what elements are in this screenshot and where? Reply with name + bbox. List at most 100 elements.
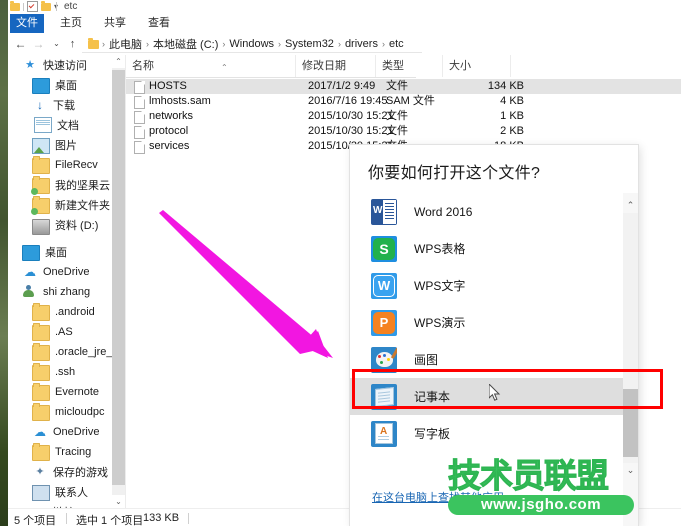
onedrive-icon: ☁ [22,265,38,279]
file-name: protocol [149,124,188,139]
column-header-date[interactable]: 修改日期 [296,55,376,77]
nav-item-6[interactable]: 我的坚果云 [8,175,126,195]
tab-share[interactable]: 共享 [100,14,130,33]
wordpad-icon: A [371,421,397,447]
forward-button[interactable]: → [32,37,45,51]
nav-item-9[interactable]: 桌面 [8,242,126,262]
breadcrumb[interactable]: › 此电脑 › 本地磁盘 (C:) › Windows › System32 ›… [84,36,407,52]
document-icon [34,117,52,133]
column-header-type[interactable]: 类型 [376,55,443,77]
nav-item-21[interactable]: 联系人 [8,482,126,502]
navigation-scrollbar[interactable]: ⌃ ⌄ [112,55,125,508]
nav-item-label: FileRecv [55,159,116,171]
quick-access-toolbar[interactable]: ▾ [10,1,58,12]
scroll-up-icon[interactable]: ⌃ [112,55,125,68]
desktop-icon [22,245,40,261]
app-option-6[interactable]: A写字板 [350,415,638,452]
app-option-3[interactable]: PWPS演示 [350,304,638,341]
nav-item-3[interactable]: 文档📌 [8,115,126,135]
scrollbar-track[interactable] [623,213,638,463]
column-header-size[interactable]: 大小 [443,55,511,77]
nav-item-8[interactable]: 资料 (D:) [8,215,126,235]
app-option-2[interactable]: WWPS文字 [350,267,638,304]
breadcrumb-item-5[interactable]: etc [386,38,407,50]
nav-item-label: 下载 [53,97,116,113]
save-icon[interactable] [27,1,38,12]
wps-writer-icon: W [371,273,397,299]
nav-item-20[interactable]: ✦ 保存的游戏 [8,462,126,482]
back-button[interactable]: ← [14,37,27,51]
table-row[interactable]: protocol2015/10/30 15:21文件2 KB [126,124,681,139]
breadcrumb-item-0[interactable]: 此电脑 [106,36,145,52]
nav-item-label: 保存的游戏 [53,464,116,480]
download-icon: ↓ [32,98,48,112]
nav-item-13[interactable]: .AS [8,322,126,342]
app-option-0[interactable]: WWord 2016 [350,193,638,230]
scroll-down-icon[interactable]: ⌄ [112,495,125,508]
table-row[interactable]: lmhosts.sam2016/7/16 19:45SAM 文件4 KB [126,94,681,109]
breadcrumb-item-2[interactable]: Windows [226,38,277,50]
nav-item-1[interactable]: 桌面📌 [8,75,126,95]
nav-item-label: 图片 [55,137,116,153]
table-row[interactable]: HOSTS2017/1/2 9:49文件134 KB [126,79,681,94]
tab-file[interactable]: 文件 [10,14,44,33]
watermark-text: 技术员联盟 [448,458,644,494]
nav-item-label: .oracle_jre_us [55,346,116,358]
folder-icon [32,445,50,461]
nav-item-19[interactable]: Tracing [8,442,126,462]
up-button[interactable]: ↑ [66,37,79,51]
nav-item-4[interactable]: 图片📌 [8,135,126,155]
title-bar: ▾ etc [8,0,681,14]
nav-item-label: Evernote [55,386,116,398]
scrollbar-thumb[interactable] [623,389,638,457]
address-bar-underline [82,52,422,53]
nav-item-10[interactable]: ☁OneDrive [8,262,126,282]
app-option-4[interactable]: 画图 [350,341,638,378]
scrollbar-thumb[interactable] [112,70,125,485]
file-name: networks [149,109,193,124]
folder-sync-icon [32,178,50,194]
status-item-count: 5 个项目 [14,512,56,526]
breadcrumb-item-4[interactable]: drivers [342,38,381,50]
folder-icon[interactable] [10,3,20,11]
folder-icon [32,405,50,421]
app-list[interactable]: WWord 2016SWPS表格WWPS文字PWPS演示画图记事本A写字板 [350,193,638,479]
scrollbar-track[interactable] [112,68,125,495]
nav-item-12[interactable]: .android [8,302,126,322]
status-divider [188,513,189,524]
file-icon [134,81,145,94]
title-divider [56,2,57,11]
nav-item-0[interactable]: ★快速访问 [8,55,126,75]
file-size: 4 KB [456,94,524,109]
paint-icon [371,347,397,373]
file-list-header: 名称 ⌃ 修改日期 类型 大小 [126,55,681,77]
nav-item-7[interactable]: 新建文件夹 [8,195,126,215]
saved-games-icon: ✦ [32,465,48,479]
tab-home[interactable]: 主页 [56,14,86,33]
breadcrumb-item-1[interactable]: 本地磁盘 (C:) [150,36,221,52]
folder-icon [32,325,50,341]
file-size: 134 KB [456,79,524,94]
recent-locations-button[interactable]: ⌄ [50,37,63,51]
wps-presentation-icon: P [371,310,397,336]
nav-item-17[interactable]: micloudpc [8,402,126,422]
nav-item-15[interactable]: .ssh [8,362,126,382]
app-option-1[interactable]: SWPS表格 [350,230,638,267]
tab-view[interactable]: 查看 [144,14,174,33]
navigation-pane[interactable]: ★快速访问桌面📌↓下载📌文档📌图片📌FileRecv我的坚果云新建文件夹资料 (… [8,55,126,508]
mouse-cursor [489,384,501,402]
column-header-name[interactable]: 名称 ⌃ [126,55,296,77]
nav-item-11[interactable]: shi zhang [8,282,126,302]
nav-item-16[interactable]: Evernote [8,382,126,402]
table-row[interactable]: networks2015/10/30 15:21文件1 KB [126,109,681,124]
scroll-up-icon[interactable]: ⌃ [623,198,638,213]
nav-item-2[interactable]: ↓下载📌 [8,95,126,115]
status-selected-size: 133 KB [143,512,179,524]
nav-item-18[interactable]: ☁OneDrive [8,422,126,442]
breadcrumb-item-3[interactable]: System32 [282,38,337,50]
nav-item-14[interactable]: .oracle_jre_us [8,342,126,362]
folder-icon[interactable] [41,3,51,11]
app-option-label: 画图 [414,351,438,368]
nav-item-5[interactable]: FileRecv [8,155,126,175]
dialog-title: 你要如何打开这个文件? [368,159,540,183]
